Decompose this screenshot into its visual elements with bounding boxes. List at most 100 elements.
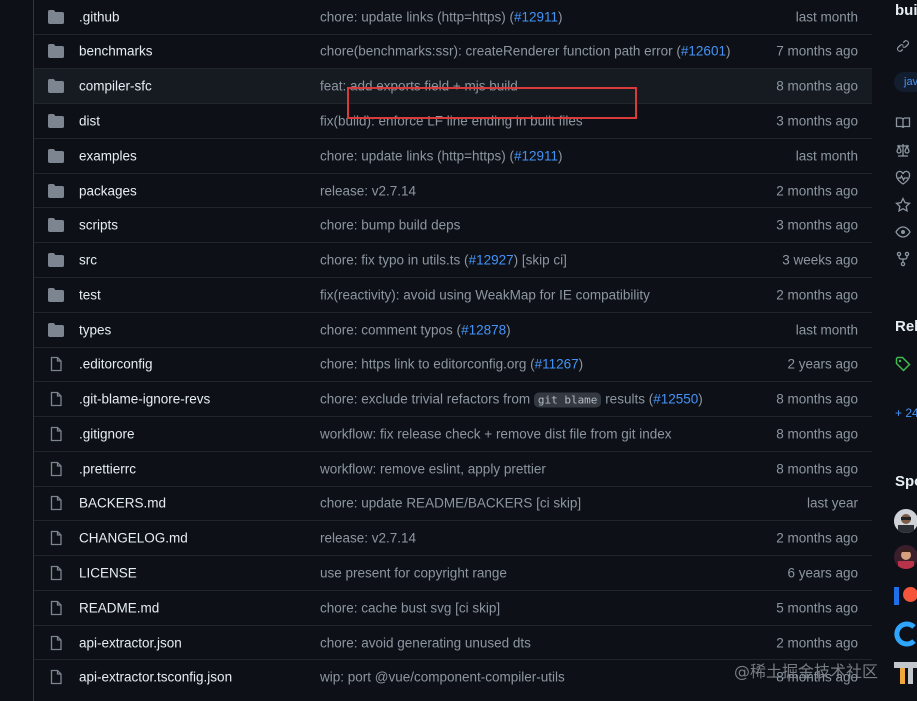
commit-age[interactable]: 2 months ago [776,183,858,198]
commit-message-link[interactable]: release: v2.7.14 [320,531,416,546]
file-row[interactable]: src chore: fix typo in utils.ts (#12927) … [34,242,872,277]
commit-message-link[interactable]: chore: bump build deps [320,218,460,233]
file-name-link[interactable]: .editorconfig [79,357,153,372]
commit-age[interactable]: last year [807,496,858,511]
commit-age[interactable]: 5 months ago [776,600,858,615]
repo-sidebar: bui jav Rel + 24 Spo [872,0,917,701]
file-row[interactable]: types chore: comment typos (#12878) last m… [34,311,872,347]
sponsor-logo[interactable] [894,660,917,686]
inline-code: git blame [533,392,602,408]
commit-message-link[interactable]: use present for copyright range [320,565,507,580]
file-name-link[interactable]: LICENSE [79,565,137,580]
file-row[interactable]: .gitignore workflow: fix release check + … [34,416,872,451]
commit-age[interactable]: 2 years ago [787,357,858,372]
heart-pulse-icon [895,170,911,185]
commit-age[interactable]: 2 months ago [776,287,858,302]
releases-heading[interactable]: Rel [895,318,917,335]
file-row[interactable]: CHANGELOG.md release: v2.7.14 2 months ago [34,520,872,555]
pull-request-link[interactable]: #12601 [681,44,726,59]
commit-age[interactable]: 3 weeks ago [782,253,858,268]
pull-request-link[interactable]: #12878 [461,322,506,337]
sponsor-avatar[interactable] [894,509,917,533]
commit-message-link[interactable]: workflow: fix release check + remove dis… [320,426,672,441]
file-row[interactable]: dist fix(build): enforce LF line ending i… [34,103,872,138]
file-name-link[interactable]: .github [79,9,120,24]
commit-age[interactable]: 2 months ago [776,531,858,546]
commit-age[interactable]: 3 months ago [776,218,858,233]
commit-age[interactable]: 6 years ago [787,565,858,580]
file-row[interactable]: examples chore: update links (http=https)… [34,137,872,173]
commit-message-link[interactable]: fix(reactivity): avoid using WeakMap for… [320,287,650,302]
file-row[interactable]: benchmarks chore(benchmarks:ssr): createR… [34,33,872,69]
commit-message-link[interactable]: chore: exclude trivial refactors from gi… [320,392,703,408]
commit-message-link[interactable]: chore: https link to editorconfig.org (#… [320,357,583,372]
file-row[interactable]: BACKERS.md chore: update README/BACKERS [… [34,485,872,521]
file-row[interactable]: test fix(reactivity): avoid using WeakMap… [34,276,872,312]
folder-icon [48,43,64,59]
folder-icon [48,322,64,338]
file-row[interactable]: api-extractor.json chore: avoid generatin… [34,624,872,660]
commit-message-link[interactable]: chore: cache bust svg [ci skip] [320,600,500,615]
file-name-link[interactable]: README.md [79,600,159,615]
file-row[interactable]: .github chore: update links (http=https) … [34,0,872,34]
commit-age[interactable]: 8 months ago [776,392,858,407]
pull-request-link[interactable]: #12911 [514,9,558,24]
commit-age[interactable]: 8 months ago [776,79,858,94]
topic-tag[interactable]: jav [894,72,917,92]
commit-message-link[interactable]: chore: fix typo in utils.ts (#12927) [sk… [320,253,567,268]
file-name-link[interactable]: test [79,287,101,302]
commit-message-link[interactable]: feat: add exports field + mjs build [320,79,518,94]
file-name-link[interactable]: CHANGELOG.md [79,531,188,546]
commit-message-link[interactable]: chore: update links (http=https) (#12911… [320,9,563,24]
pull-request-link[interactable]: #12927 [469,253,514,268]
file-row[interactable]: .git-blame-ignore-revs chore: exclude tri… [34,381,872,416]
commit-message-link[interactable]: chore: avoid generating unused dts [320,635,531,650]
file-name-link[interactable]: scripts [79,218,118,233]
commit-age[interactable]: 2 months ago [776,635,858,650]
file-name-link[interactable]: compiler-sfc [79,79,152,94]
commit-age[interactable]: last month [796,322,858,337]
commit-message-link[interactable]: chore(benchmarks:ssr): createRenderer fu… [320,44,730,59]
commit-message-link[interactable]: wip: port @vue/component-compiler-utils [320,670,565,685]
file-name-link[interactable]: dist [79,113,100,128]
commit-message-link[interactable]: chore: update README/BACKERS [ci skip] [320,496,581,511]
star-icon [895,197,911,213]
file-row[interactable]: packages release: v2.7.14 2 months ago [34,172,872,208]
pull-request-link[interactable]: #11267 [535,357,579,372]
file-name-link[interactable]: .gitignore [79,426,135,441]
file-name-link[interactable]: src [79,253,97,268]
file-name-link[interactable]: types [79,322,111,337]
commit-message-link[interactable]: chore: update links (http=https) (#12911… [320,148,563,163]
sponsor-logo[interactable] [894,585,917,607]
commit-message-link[interactable]: chore: comment typos (#12878) [320,322,511,337]
file-row[interactable]: .prettierrc workflow: remove eslint, appl… [34,450,872,486]
file-row[interactable]: README.md chore: cache bust svg [ci skip]… [34,589,872,625]
file-name-link[interactable]: api-extractor.json [79,635,182,650]
commit-age[interactable]: last month [796,148,858,163]
file-name-link[interactable]: .git-blame-ignore-revs [79,392,210,407]
file-row[interactable]: compiler-sfc feat: add exports field + mj… [34,68,872,104]
pull-request-link[interactable]: #12911 [514,148,558,163]
commit-message-link[interactable]: workflow: remove eslint, apply prettier [320,461,546,476]
pull-request-link[interactable]: #12550 [653,392,698,407]
commit-age[interactable]: 8 months ago [776,461,858,476]
file-row[interactable]: scripts chore: bump build deps 3 months ag… [34,207,872,242]
commit-message-link[interactable]: fix(build): enforce LF line ending in bu… [320,113,583,128]
file-name-link[interactable]: BACKERS.md [79,496,166,511]
file-name-link[interactable]: benchmarks [79,44,153,59]
file-name-link[interactable]: .prettierrc [79,461,136,476]
sponsor-logo[interactable] [894,621,917,647]
folder-icon [48,183,64,199]
commit-age[interactable]: 7 months ago [776,44,858,59]
commit-age[interactable]: last month [796,9,858,24]
file-name-link[interactable]: packages [79,183,137,198]
sponsor-avatar[interactable] [894,545,917,569]
commit-age[interactable]: 3 months ago [776,113,858,128]
file-name-link[interactable]: api-extractor.tsconfig.json [79,670,232,685]
more-releases-link[interactable]: + 24 [895,406,917,420]
file-row[interactable]: .editorconfig chore: https link to editor… [34,346,872,382]
commit-message-link[interactable]: release: v2.7.14 [320,183,416,198]
file-name-link[interactable]: examples [79,148,137,163]
commit-age[interactable]: 8 months ago [776,426,858,441]
file-row[interactable]: LICENSE use present for copyright range 6 … [34,555,872,590]
